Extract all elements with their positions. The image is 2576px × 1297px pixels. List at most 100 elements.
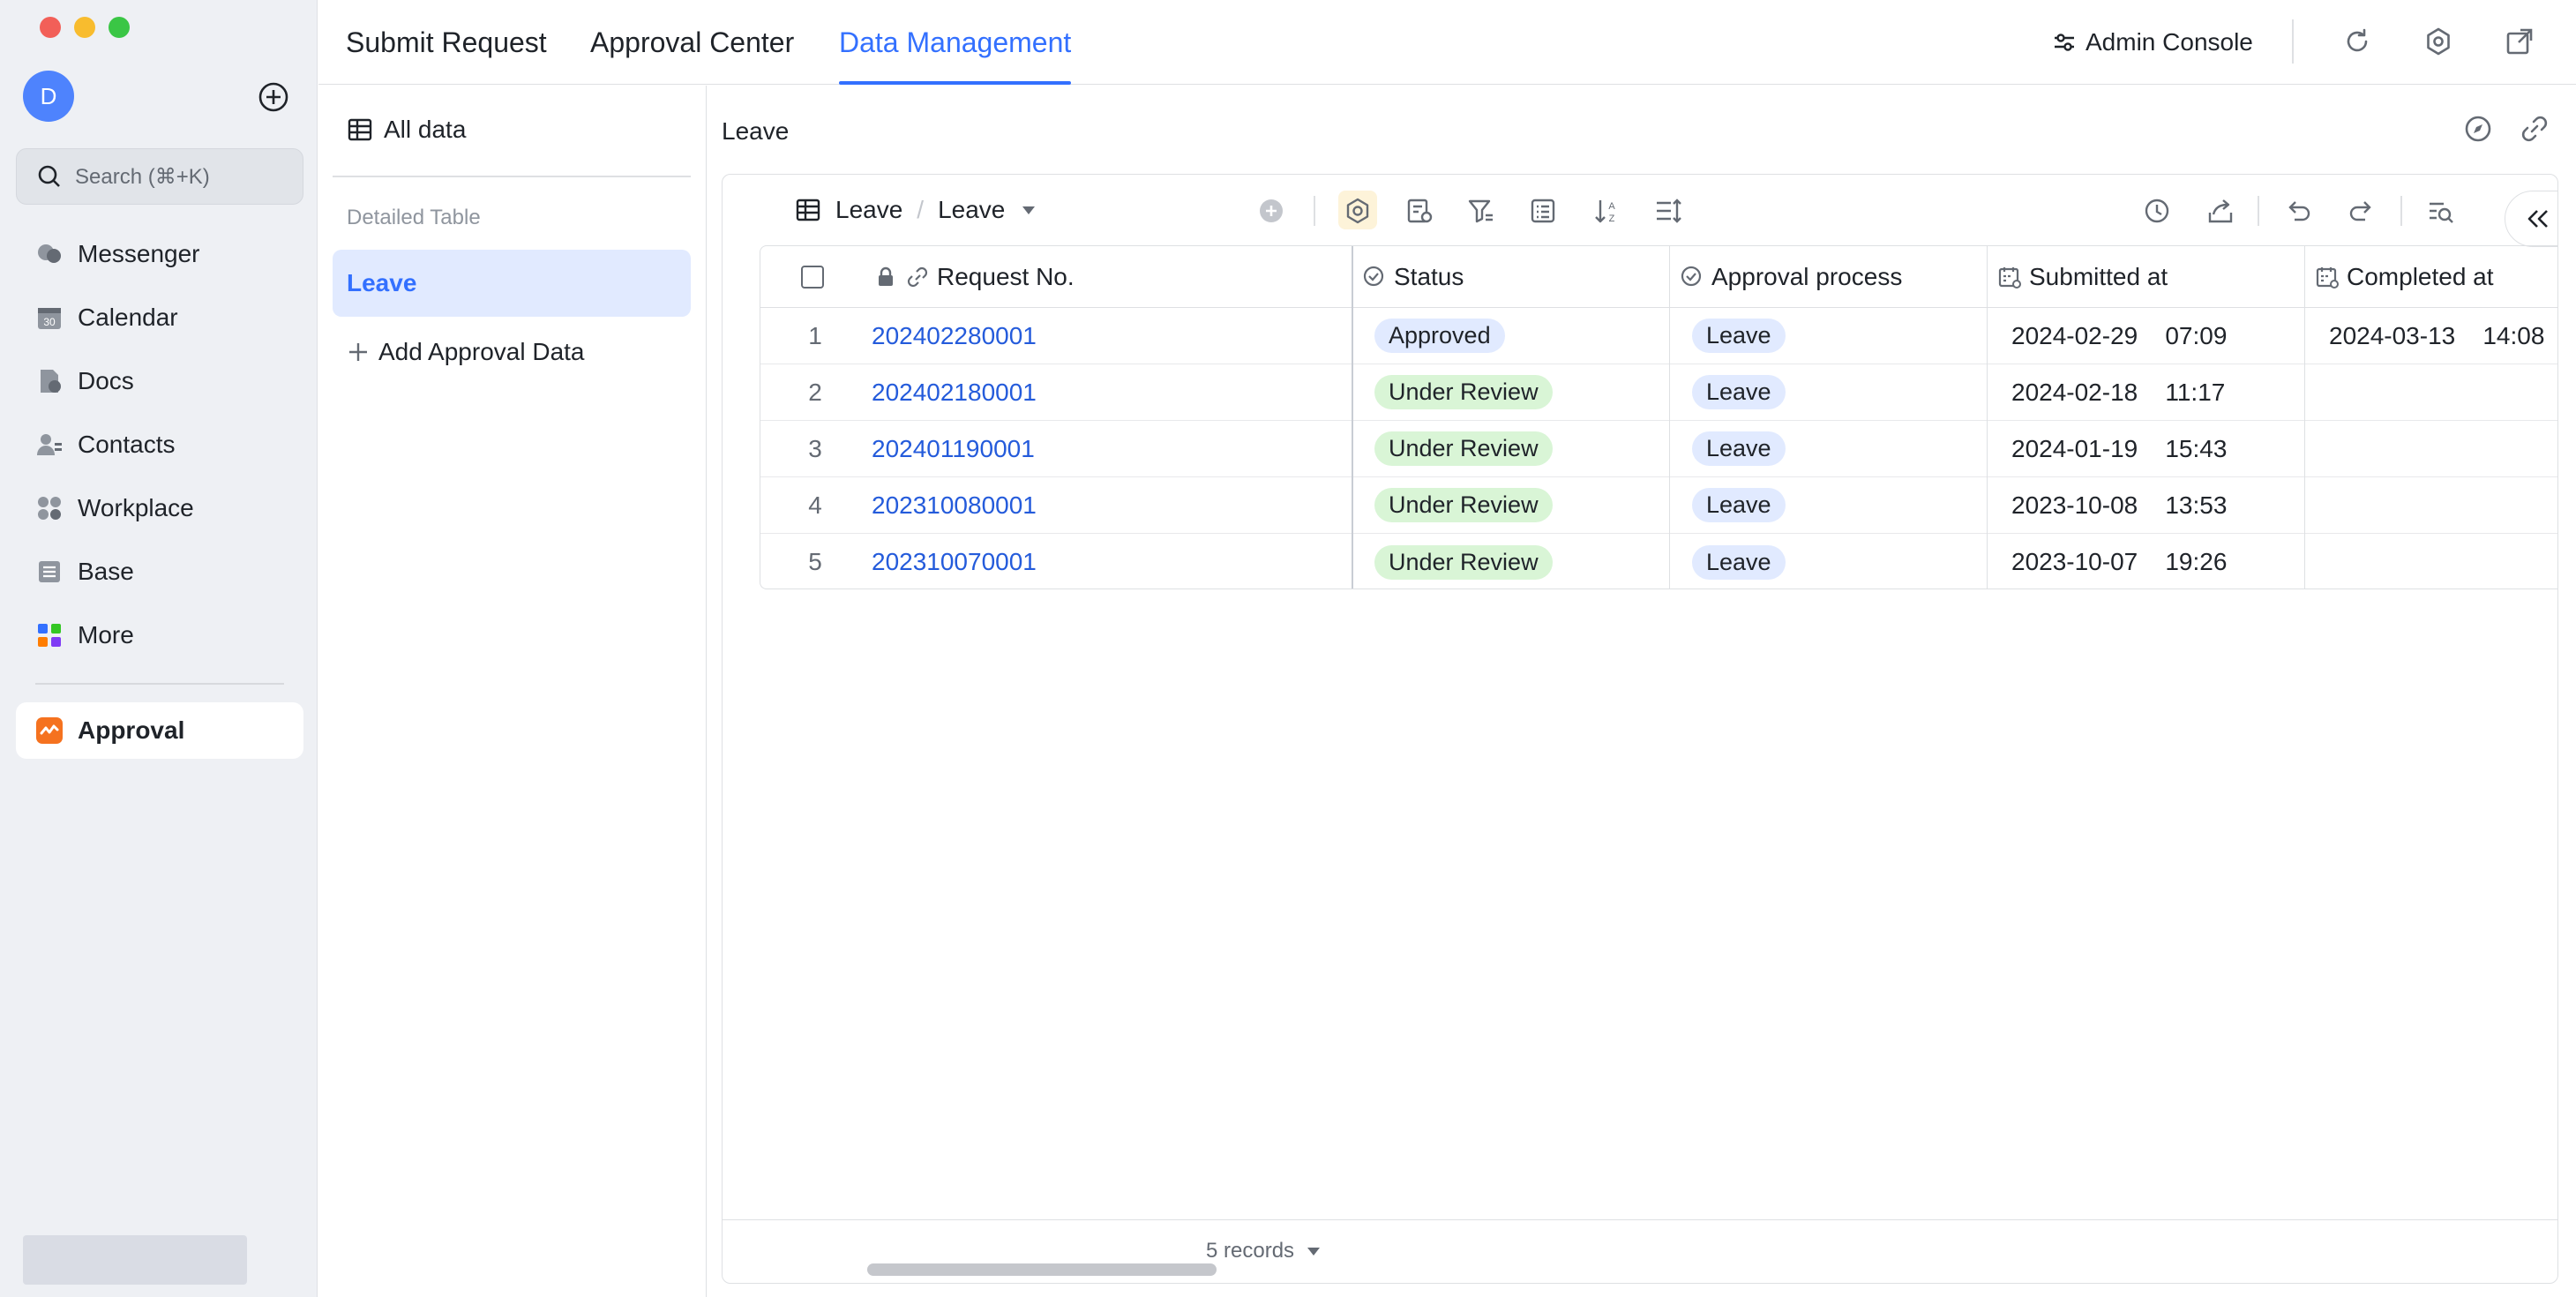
contacts-icon	[35, 431, 64, 459]
process-field-icon	[1680, 265, 1704, 289]
field-settings-icon[interactable]	[1405, 197, 1434, 225]
group-icon[interactable]	[1529, 197, 1557, 225]
sliders-icon	[2052, 30, 2077, 55]
table-panel: Leave / Leave A Z Request No. Status App…	[722, 174, 2558, 1284]
nav-item-workplace[interactable]: Workplace	[16, 476, 303, 540]
chevron-down-icon[interactable]	[1021, 202, 1037, 218]
column-status[interactable]: Status	[1362, 246, 1464, 307]
link-icon[interactable]	[2520, 114, 2550, 144]
nav-item-calendar[interactable]: 30 Calendar	[16, 286, 303, 349]
refresh-icon[interactable]	[2342, 26, 2372, 56]
column-divider[interactable]	[1987, 246, 1988, 589]
date-field-icon	[2315, 265, 2340, 289]
submitted-at-cell: 2024-02-18 11:17	[2011, 378, 2226, 406]
request-no-link[interactable]: 202310080001	[872, 477, 1037, 533]
row-number: 3	[808, 434, 822, 462]
sort-icon[interactable]: AZ	[1592, 197, 1621, 225]
process-badge: Leave	[1692, 308, 1786, 364]
add-circle-icon[interactable]	[258, 81, 289, 113]
table-name[interactable]: Leave	[835, 196, 902, 224]
completed-at-cell: 2024-03-13 14:08	[2329, 321, 2545, 349]
history-icon[interactable]	[2143, 197, 2171, 225]
admin-console-button[interactable]: Admin Console	[2052, 23, 2253, 62]
table-row[interactable]: 3 202401190001 Under Review Leave 2024-0…	[760, 421, 2557, 477]
window-minimize-button[interactable]	[74, 17, 95, 38]
row-number: 4	[808, 491, 822, 519]
table-row[interactable]: 2 202402180001 Under Review Leave 2024-0…	[760, 364, 2557, 421]
calendar-icon: 30	[35, 304, 64, 332]
table-row[interactable]: 4 202310080001 Under Review Leave 2023-1…	[760, 477, 2557, 534]
column-request-no[interactable]: Request No.	[873, 246, 1075, 307]
plus-icon	[347, 341, 370, 364]
column-divider[interactable]	[1669, 246, 1670, 589]
nav-item-contacts[interactable]: Contacts	[16, 413, 303, 476]
tab-submit-request[interactable]: Submit Request	[346, 0, 547, 85]
submitted-at-cell: 2023-10-07 19:26	[2011, 548, 2228, 575]
nav-item-messenger[interactable]: Messenger	[16, 222, 303, 286]
app-sidebar: D Search (⌘+K) Messenger 30 Calendar Doc…	[0, 0, 318, 1297]
nav-item-approval[interactable]: Approval	[16, 702, 303, 759]
window-maximize-button[interactable]	[109, 17, 130, 38]
all-data-link[interactable]: All data	[347, 112, 466, 147]
approval-icon	[35, 716, 64, 745]
select-all-checkbox[interactable]	[801, 246, 824, 307]
table-toolbar: Leave / Leave A Z	[723, 175, 2557, 247]
compass-icon[interactable]	[2463, 114, 2493, 144]
messenger-icon	[35, 240, 64, 268]
process-badge: Leave	[1692, 364, 1786, 420]
status-field-icon	[1362, 265, 1387, 289]
row-number: 5	[808, 548, 822, 575]
record-count[interactable]: 5 records	[1206, 1233, 1321, 1269]
column-label: Status	[1394, 262, 1464, 290]
column-label: Approval process	[1711, 262, 1903, 290]
request-no-link[interactable]: 202310070001	[872, 534, 1037, 590]
data-sidebar: All data Detailed Table Leave Add Approv…	[318, 86, 707, 1297]
toolbar-divider	[1314, 196, 1315, 226]
submitted-at-cell: 2023-10-08 13:53	[2011, 491, 2228, 519]
request-no-link[interactable]: 202402180001	[872, 364, 1037, 420]
redo-icon[interactable]	[2348, 197, 2376, 225]
nav-item-docs[interactable]: Docs	[16, 349, 303, 413]
chevron-down-icon	[1307, 1244, 1321, 1258]
request-no-link[interactable]: 202401190001	[872, 421, 1035, 476]
tab-data-management[interactable]: Data Management	[839, 0, 1072, 85]
table-row[interactable]: 1 202402280001 Approved Leave 2024-02-29…	[760, 308, 2557, 364]
share-icon[interactable]	[2206, 197, 2235, 225]
nav-item-base[interactable]: Base	[16, 540, 303, 604]
table-settings-icon[interactable]	[1344, 197, 1372, 225]
docs-icon	[35, 367, 64, 395]
open-in-new-window-icon[interactable]	[2505, 26, 2535, 56]
column-completed-at[interactable]: Completed at	[2315, 246, 2494, 307]
top-divider	[2292, 19, 2294, 64]
toolbar-divider	[2400, 196, 2402, 226]
collapse-panel-button[interactable]	[2505, 191, 2557, 247]
add-view-icon[interactable]	[1257, 197, 1285, 225]
admin-console-label: Admin Console	[2086, 28, 2253, 56]
add-approval-label: Add Approval Data	[378, 338, 585, 365]
window-close-button[interactable]	[40, 17, 61, 38]
table-row[interactable]: 5 202310070001 Under Review Leave 2023-1…	[760, 534, 2557, 590]
process-badge: Leave	[1692, 477, 1786, 533]
add-approval-data-button[interactable]: Add Approval Data	[347, 334, 585, 370]
sidebar-item-leave[interactable]: Leave	[333, 250, 691, 317]
column-approval-process[interactable]: Approval process	[1680, 246, 1902, 307]
nav-item-label: Contacts	[78, 431, 176, 458]
column-submitted-at[interactable]: Submitted at	[1997, 246, 2168, 307]
filter-icon[interactable]	[1467, 197, 1495, 225]
search-input[interactable]: Search (⌘+K)	[16, 148, 303, 205]
date-field-icon	[1997, 265, 2022, 289]
avatar[interactable]: D	[23, 71, 74, 122]
nav-item-more[interactable]: More	[16, 604, 303, 667]
column-divider[interactable]	[2304, 246, 2305, 589]
view-name[interactable]: Leave	[938, 196, 1005, 224]
search-placeholder: Search (⌘+K)	[75, 164, 210, 189]
gear-icon[interactable]	[2423, 26, 2453, 56]
tab-approval-center[interactable]: Approval Center	[590, 0, 794, 85]
request-no-link[interactable]: 202402280001	[872, 308, 1037, 364]
frozen-column-divider[interactable]	[1352, 246, 1353, 589]
row-height-icon[interactable]	[1654, 197, 1682, 225]
horizontal-scrollbar[interactable]	[867, 1263, 1217, 1276]
undo-icon[interactable]	[2284, 197, 2312, 225]
search-records-icon[interactable]	[2427, 197, 2455, 225]
profile-placeholder	[23, 1235, 247, 1285]
